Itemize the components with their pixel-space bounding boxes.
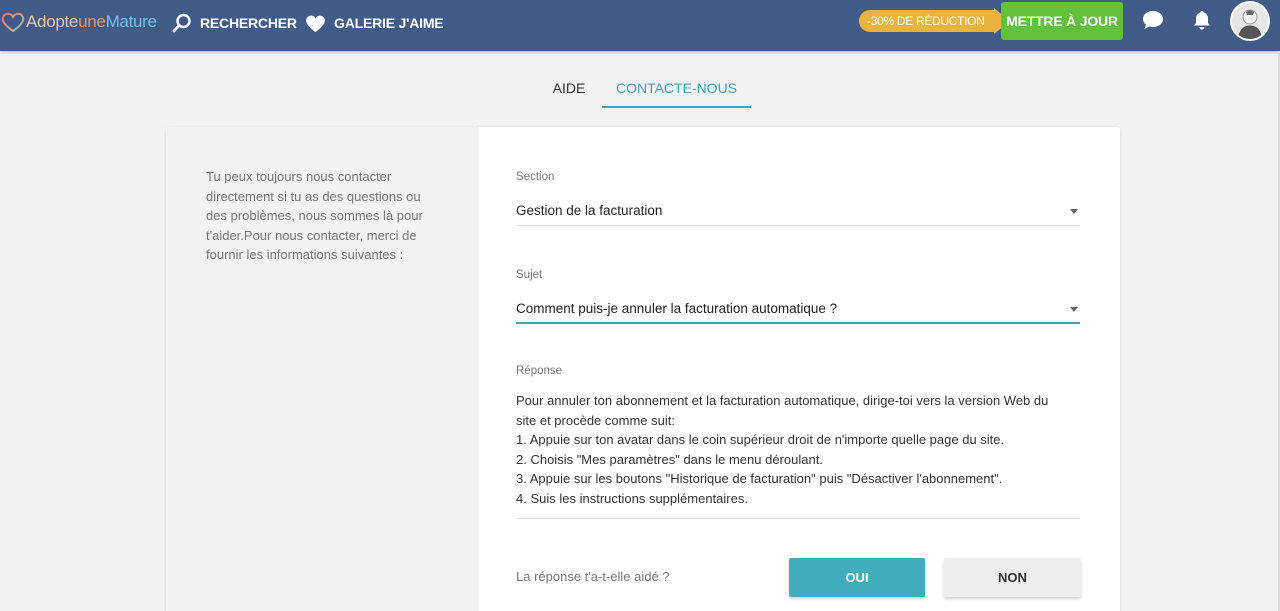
- dropdown-arrow-icon: [1070, 209, 1078, 214]
- nav-rechercher-label: RECHERCHER: [200, 15, 297, 31]
- answer-line: Pour annuler ton abonnement et la factur…: [516, 393, 1049, 408]
- heart-icon: [306, 15, 325, 32]
- answer-line: site et procède comme suit:: [516, 412, 675, 428]
- tab-aide[interactable]: AIDE: [536, 70, 602, 108]
- help-tabs: AIDE CONTACTE-NOUS: [0, 70, 1280, 110]
- answer-text: Pour annuler ton abonnement et la factur…: [516, 391, 1080, 519]
- logo[interactable]: AdopteuneMature: [0, 10, 157, 34]
- logo-text: AdopteuneMature: [26, 12, 157, 32]
- discount-promo[interactable]: -30% DE RÉDUCTION: [859, 8, 1010, 34]
- section-select[interactable]: Gestion de la facturation: [516, 196, 1080, 226]
- no-button[interactable]: NON: [944, 558, 1081, 597]
- chat-button[interactable]: [1141, 9, 1165, 36]
- subject-select[interactable]: Comment puis-je annuler la facturation a…: [516, 294, 1080, 324]
- answer-line: 2. Choisis "Mes paramètres" dans le menu…: [516, 451, 823, 467]
- logo-part-une: une: [78, 12, 106, 31]
- notifications-button[interactable]: [1191, 9, 1213, 36]
- logo-part-adopte: Adopte: [26, 12, 79, 31]
- answer-line: 4. Suis les instructions supplémentaires…: [516, 490, 748, 506]
- logo-part-mature: Mature: [105, 12, 157, 31]
- dropdown-arrow-icon: [1070, 307, 1078, 312]
- answer-line: 3. Appuie sur les boutons "Historique de…: [516, 471, 1003, 486]
- subject-label: Sujet: [516, 269, 543, 281]
- search-icon: [172, 13, 191, 33]
- upgrade-button[interactable]: METTRE À JOUR: [1001, 2, 1123, 40]
- answer-label: Réponse: [516, 365, 563, 377]
- nav-rechercher[interactable]: RECHERCHER: [172, 12, 297, 34]
- chat-icon: [1143, 11, 1163, 29]
- helpful-question: La réponse t'a-t-elle aidé ?: [516, 569, 670, 584]
- discount-label: -30% DE RÉDUCTION: [859, 10, 995, 32]
- nav-galerie-label: GALERIE J'AIME: [334, 15, 444, 31]
- bell-icon: [1194, 11, 1210, 30]
- contact-card: Tu peux toujours nous contacter directem…: [166, 127, 1120, 611]
- section-value: Gestion de la facturation: [516, 203, 663, 218]
- user-avatar[interactable]: [1230, 1, 1270, 41]
- tab-contacte-nous[interactable]: CONTACTE-NOUS: [602, 70, 751, 108]
- heart-logo-icon: [1, 12, 25, 33]
- subject-value: Comment puis-je annuler la facturation a…: [516, 301, 838, 316]
- top-nav-bar: AdopteuneMature RECHERCHER GALERIE J'AIM…: [0, 0, 1280, 51]
- section-label: Section: [516, 171, 555, 183]
- contact-intro-text: Tu peux toujours nous contacter directem…: [206, 169, 423, 262]
- yes-button[interactable]: OUI: [789, 558, 925, 597]
- contact-intro-panel: Tu peux toujours nous contacter directem…: [166, 127, 478, 611]
- nav-galerie-jaime[interactable]: GALERIE J'AIME: [305, 12, 444, 34]
- avatar-icon: [1232, 3, 1268, 39]
- answer-line: 1. Appuie sur ton avatar dans le coin su…: [516, 432, 1005, 447]
